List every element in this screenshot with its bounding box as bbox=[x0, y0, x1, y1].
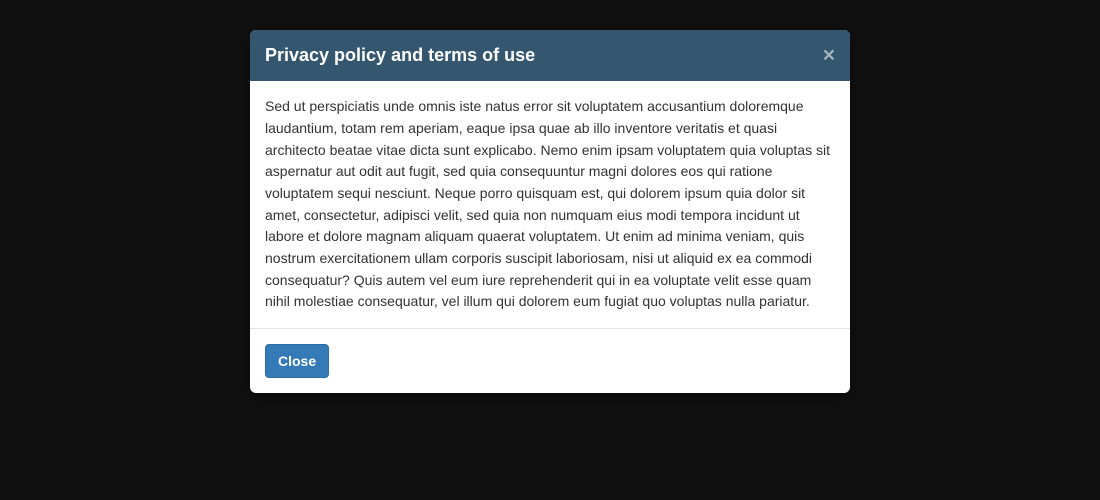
modal-title: Privacy policy and terms of use bbox=[265, 43, 535, 68]
privacy-policy-modal: Privacy policy and terms of use × Sed ut… bbox=[250, 30, 850, 393]
modal-footer: Close bbox=[250, 328, 850, 393]
close-icon[interactable]: × bbox=[823, 45, 835, 66]
close-button[interactable]: Close bbox=[265, 344, 329, 378]
modal-body: Sed ut perspiciatis unde omnis iste natu… bbox=[250, 81, 850, 328]
modal-header: Privacy policy and terms of use × bbox=[250, 30, 850, 81]
modal-body-text: Sed ut perspiciatis unde omnis iste natu… bbox=[265, 96, 835, 313]
